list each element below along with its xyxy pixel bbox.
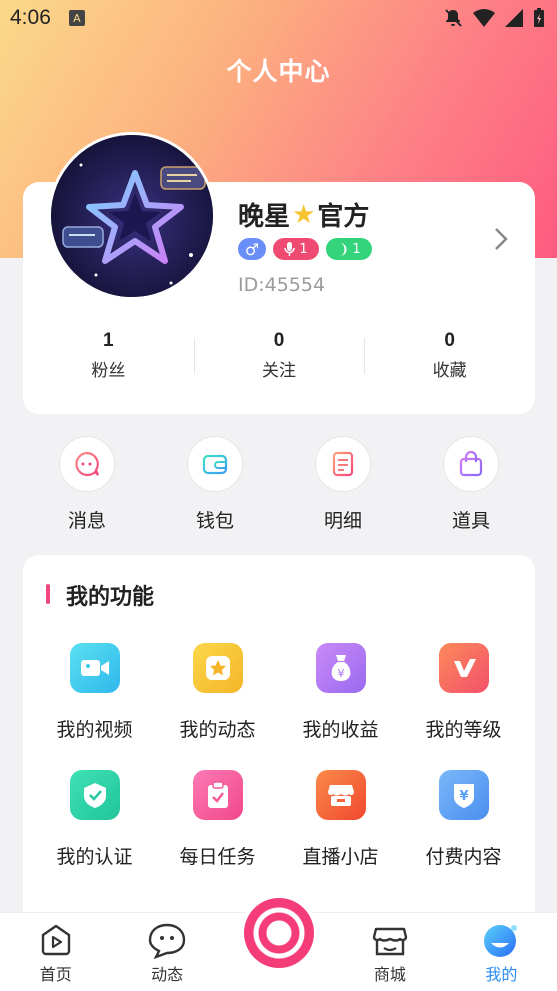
function-daily-tasks[interactable]: 每日任务 (156, 770, 279, 869)
quick-action-wallet[interactable]: 钱包 (151, 436, 279, 533)
status-icons (443, 8, 545, 28)
center-live-button[interactable] (239, 893, 319, 973)
shop-icon (315, 770, 366, 820)
stat-favorites-value: 0 (444, 330, 455, 351)
nickname-part-1: 晚星 (238, 202, 291, 232)
quick-action-messages[interactable]: 消息 (23, 436, 151, 533)
tab-moments-label: 动态 (151, 965, 184, 984)
notifications-off-icon (445, 9, 462, 27)
nickname: 晚星 ★ 官方 (238, 196, 369, 233)
signal-icon (505, 9, 523, 27)
yen-shield-icon: ¥ (438, 770, 489, 820)
function-my-verification[interactable]: 我的认证 (33, 770, 156, 869)
function-live-shop-label: 直播小店 (302, 846, 379, 868)
live-record-icon (244, 898, 314, 968)
message-icon (59, 436, 115, 492)
wifi-icon (473, 9, 495, 27)
avatar-image (51, 135, 213, 297)
page-title: 个人中心 (226, 57, 331, 86)
tab-home-label: 首页 (39, 965, 72, 984)
function-my-videos-label: 我的视频 (56, 719, 133, 741)
details-icon (315, 436, 371, 492)
function-daily-tasks-label: 每日任务 (179, 846, 256, 868)
stat-fans-value: 1 (103, 330, 114, 351)
stat-following-value: 0 (273, 330, 285, 351)
functions-title: 我的功能 (46, 579, 154, 611)
clipboard-check-icon (192, 770, 243, 820)
star-icon (192, 643, 243, 693)
shield-check-icon (69, 770, 120, 820)
mic-level-value: 1 (299, 241, 308, 257)
video-icon (69, 643, 120, 693)
wealth-level-value: 1 (352, 241, 361, 257)
vip-icon (438, 643, 489, 693)
money-bag-icon: ¥ (315, 643, 366, 693)
function-my-earnings[interactable]: ¥ 我的收益 (279, 643, 402, 742)
quick-action-details[interactable]: 明细 (279, 436, 407, 533)
tab-mine-label: 我的 (485, 965, 518, 984)
function-paid-content-label: 付费内容 (425, 846, 502, 868)
nickname-part-2: 官方 (317, 202, 370, 232)
function-my-verification-label: 我的认证 (56, 846, 133, 868)
status-bar: 4:06 A (0, 0, 557, 36)
functions-card: 我的功能 我的视频 我的动态 ¥ 我的收益 我的等级 我的认证 每日任务 直播小… (23, 555, 535, 925)
props-bag-icon (443, 436, 499, 492)
battery-icon (534, 8, 544, 27)
tab-mall-label: 商城 (373, 965, 406, 984)
quick-action-props[interactable]: 道具 (407, 436, 535, 533)
stat-favorites-label: 收藏 (432, 361, 467, 381)
store-icon (372, 927, 408, 956)
svg-text:¥: ¥ (459, 789, 468, 804)
function-my-earnings-label: 我的收益 (302, 719, 379, 741)
chat-face-icon (148, 923, 186, 959)
function-my-level-label: 我的等级 (425, 719, 502, 741)
app-indicator-icon: A (68, 10, 85, 26)
chevron-right-icon[interactable] (488, 226, 514, 252)
quick-action-props-label: 道具 (451, 510, 490, 532)
function-live-shop[interactable]: 直播小店 (279, 770, 402, 869)
wallet-icon (187, 436, 243, 492)
stats-row: 1 粉丝 0 关注 0 收藏 (23, 330, 535, 390)
home-play-icon (41, 924, 70, 956)
quick-action-wallet-label: 钱包 (195, 510, 234, 532)
quick-action-details-label: 明细 (323, 510, 362, 532)
gender-male-icon: ♂ (238, 238, 266, 260)
tab-mall[interactable]: 商城 (334, 913, 445, 991)
tab-moments[interactable]: 动态 (111, 913, 222, 991)
stat-fans-label: 粉丝 (91, 361, 126, 381)
tab-home[interactable]: 首页 (0, 913, 111, 991)
function-my-level[interactable]: 我的等级 (402, 643, 525, 742)
quick-actions: 消息 钱包 明细 道具 (23, 436, 535, 533)
function-my-videos[interactable]: 我的视频 (33, 643, 156, 742)
stat-following-label: 关注 (262, 361, 296, 381)
badges: ♂ 1 1 (238, 238, 372, 260)
status-time: 4:06 (10, 6, 51, 29)
avatar[interactable] (48, 132, 216, 300)
stat-following[interactable]: 0 关注 (193, 330, 365, 390)
function-paid-content[interactable]: ¥ 付费内容 (402, 770, 525, 869)
stat-fans[interactable]: 1 粉丝 (23, 330, 194, 390)
user-id: ID:45554 (238, 274, 326, 296)
star-emoji-icon: ★ (292, 199, 316, 230)
tab-mine[interactable]: 我的 (446, 913, 557, 991)
wealth-level-badge: 1 (326, 238, 372, 260)
function-my-moments[interactable]: 我的动态 (156, 643, 279, 742)
functions-grid: 我的视频 我的动态 ¥ 我的收益 我的等级 我的认证 每日任务 直播小店 ¥ 付… (33, 643, 525, 869)
profile-face-icon (484, 925, 518, 957)
mic-level-badge: 1 (273, 238, 319, 260)
stat-favorites[interactable]: 0 收藏 (364, 330, 535, 390)
moon-icon (340, 242, 347, 256)
mic-icon (284, 242, 296, 256)
function-my-moments-label: 我的动态 (179, 719, 256, 741)
quick-action-messages-label: 消息 (67, 510, 106, 532)
svg-text:¥: ¥ (337, 667, 344, 680)
